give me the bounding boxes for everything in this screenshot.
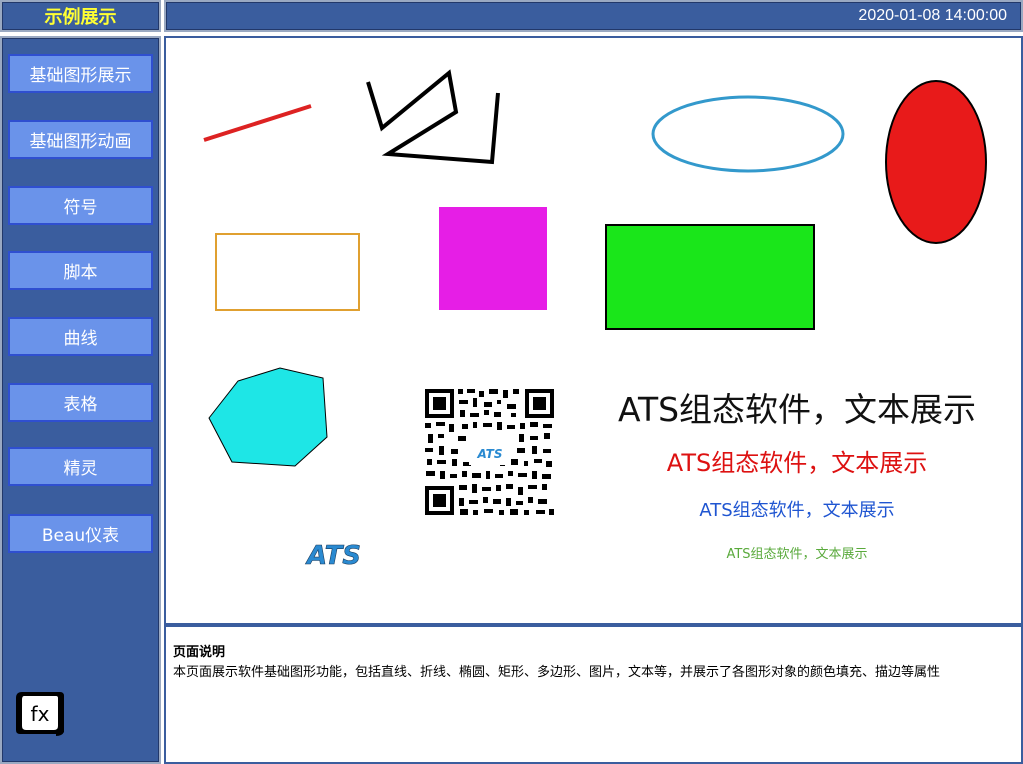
description-text: 本页面展示软件基础图形功能，包括直线、折线、椭圆、矩形、多边形、图片，文本等，并… bbox=[173, 665, 941, 680]
main-canvas: ATS ATS ATS组态软件，文本展示 ATS组态软件，文本展示 ATS组态软… bbox=[164, 36, 1023, 625]
green-rectangle[interactable] bbox=[605, 224, 815, 330]
nav-button-shape-animation[interactable]: 基础图形动画 bbox=[8, 120, 153, 159]
nav-button-curves[interactable]: 曲线 bbox=[8, 317, 153, 356]
ats-logo-image: ATS bbox=[305, 541, 362, 572]
cyan-hexagon[interactable] bbox=[208, 367, 328, 467]
text-sample-red: ATS组态软件，文本展示 bbox=[666, 449, 928, 477]
fx-script-icon[interactable]: fx bbox=[14, 688, 68, 738]
nav-button-sprites[interactable]: 精灵 bbox=[8, 447, 153, 486]
black-polyline[interactable] bbox=[366, 69, 500, 165]
app-title-box: 示例展示 bbox=[0, 0, 161, 32]
ats-logo-label: ATS bbox=[305, 541, 361, 571]
sidebar: 基础图形展示 基础图形动画 符号 脚本 曲线 表格 精灵 Beau仪表 fx bbox=[0, 36, 161, 764]
description-title: 页面说明 bbox=[173, 645, 226, 660]
description-panel: 页面说明 本页面展示软件基础图形功能，包括直线、折线、椭圆、矩形、多边形、图片，… bbox=[164, 625, 1023, 764]
nav-button-basic-shapes[interactable]: 基础图形展示 bbox=[8, 54, 153, 93]
text-sample-small-green: ATS组态软件，文本展示 bbox=[726, 547, 868, 562]
orange-outline-rectangle[interactable] bbox=[215, 233, 360, 311]
nav-button-beau-gauge[interactable]: Beau仪表 bbox=[8, 514, 153, 553]
qr-logo-label: ATS bbox=[477, 447, 503, 461]
blue-ellipse-outline[interactable] bbox=[651, 95, 845, 173]
fx-icon-label: fx bbox=[31, 702, 50, 726]
datetime-display: 2020-01-08 14:00:00 bbox=[858, 7, 1007, 24]
text-sample-blue: ATS组态软件，文本展示 bbox=[699, 500, 895, 521]
qr-code-image: ATS bbox=[425, 389, 554, 515]
nav-button-scripts[interactable]: 脚本 bbox=[8, 251, 153, 290]
red-filled-ellipse[interactable] bbox=[885, 80, 987, 244]
header-bar: 2020-01-08 14:00:00 bbox=[164, 0, 1023, 32]
text-sample-large-black: ATS组态软件，文本展示 bbox=[617, 390, 977, 429]
nav-button-symbols[interactable]: 符号 bbox=[8, 186, 153, 225]
red-line[interactable] bbox=[203, 104, 312, 142]
magenta-square[interactable] bbox=[439, 207, 547, 310]
app-title: 示例展示 bbox=[44, 7, 117, 28]
nav-button-tables[interactable]: 表格 bbox=[8, 383, 153, 422]
